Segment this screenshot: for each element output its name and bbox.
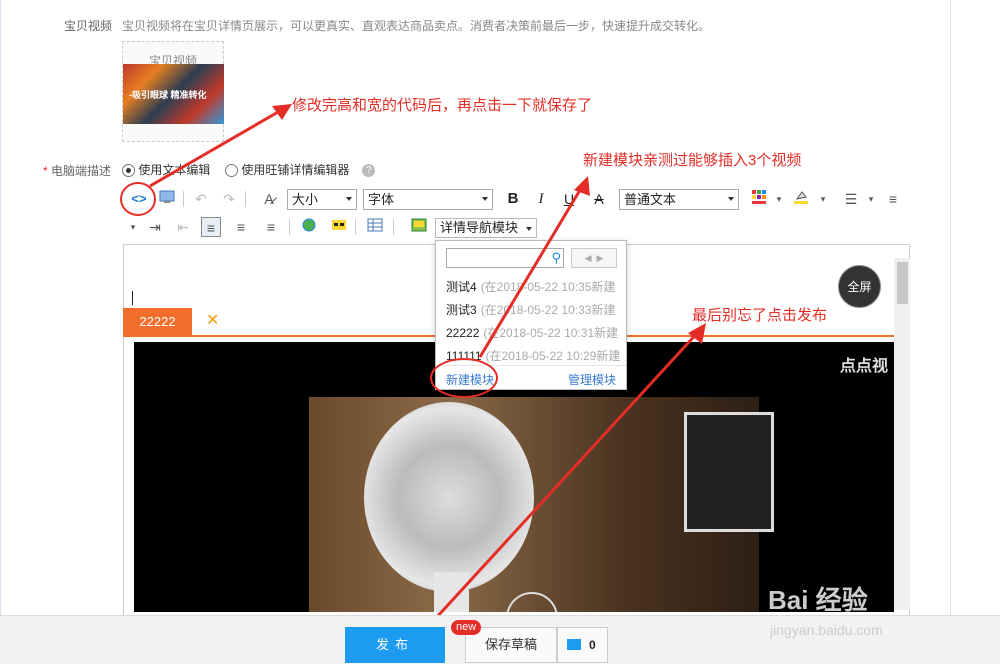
- annotation-circle-new-module: [430, 358, 498, 398]
- publish-button[interactable]: 发布: [345, 627, 445, 663]
- annotation-circle-source: [120, 182, 156, 216]
- annotation-text-save: 修改完高和宽的代码后，再点击一下就保存了: [292, 97, 593, 114]
- message-count: 0: [589, 638, 596, 652]
- annotation-text-new-module: 新建模块亲测过能够插入3个视频: [583, 152, 802, 169]
- annotation-arrow-3: [423, 328, 702, 632]
- annotation-arrowhead-1: [272, 104, 292, 120]
- envelope-icon: [567, 639, 581, 650]
- annotation-arrowhead-2: [574, 176, 590, 196]
- annotation-text-publish: 最后别忘了点击发布: [692, 307, 828, 324]
- message-button[interactable]: 0: [557, 627, 608, 663]
- annotation-arrow-1: [149, 106, 286, 188]
- baidu-watermark: Bai 经验: [768, 585, 868, 615]
- new-badge: new: [451, 620, 482, 635]
- baidu-watermark-url: jingyan.baidu.com: [770, 622, 883, 638]
- annotation-arrow-2: [478, 184, 585, 358]
